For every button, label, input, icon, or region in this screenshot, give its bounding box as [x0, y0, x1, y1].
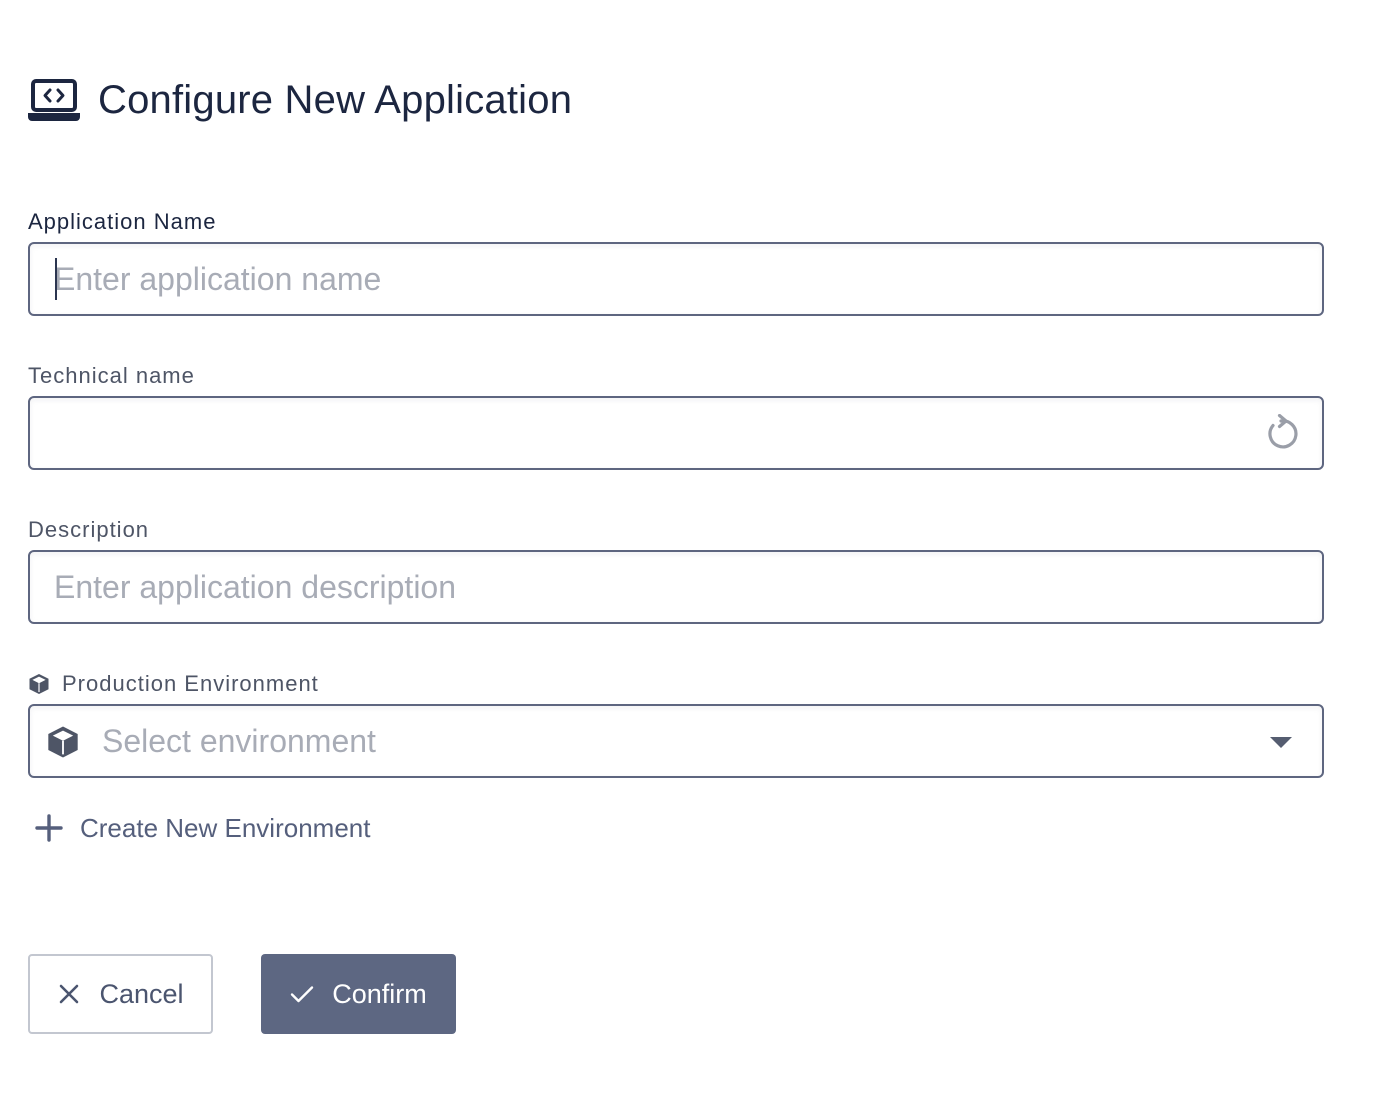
create-environment-label: Create New Environment [80, 812, 371, 843]
description-field[interactable] [28, 550, 1324, 624]
confirm-button[interactable]: Confirm [261, 954, 456, 1034]
environment-select-placeholder: Select environment [102, 723, 376, 759]
laptop-code-icon [28, 78, 80, 122]
confirm-label: Confirm [332, 978, 427, 1009]
technical-name-label: Technical name [28, 363, 195, 388]
create-environment-button[interactable]: Create New Environment [34, 806, 370, 850]
application-name-label: Application Name [28, 209, 217, 234]
check-icon [290, 982, 314, 1006]
chevron-down-icon [1270, 737, 1292, 748]
description-input[interactable] [54, 552, 1234, 622]
production-environment-label-text: Production Environment [62, 671, 319, 696]
production-environment-label: Production Environment [28, 671, 319, 697]
description-label: Description [28, 517, 150, 542]
technical-name-input[interactable] [54, 398, 1234, 468]
cube-icon [46, 725, 80, 759]
environment-select[interactable]: Select environment [28, 704, 1324, 778]
plus-icon [34, 813, 64, 843]
technical-name-field[interactable] [28, 396, 1324, 470]
application-name-field[interactable] [28, 242, 1324, 316]
cube-icon [28, 673, 50, 695]
page-title: Configure New Application [98, 77, 573, 122]
text-cursor [55, 258, 57, 300]
cancel-label: Cancel [99, 978, 184, 1009]
close-icon [57, 982, 81, 1006]
application-name-input[interactable] [54, 244, 1234, 314]
reset-icon[interactable] [1262, 413, 1300, 452]
cancel-button[interactable]: Cancel [28, 954, 213, 1034]
page-header: Configure New Application [28, 72, 572, 128]
